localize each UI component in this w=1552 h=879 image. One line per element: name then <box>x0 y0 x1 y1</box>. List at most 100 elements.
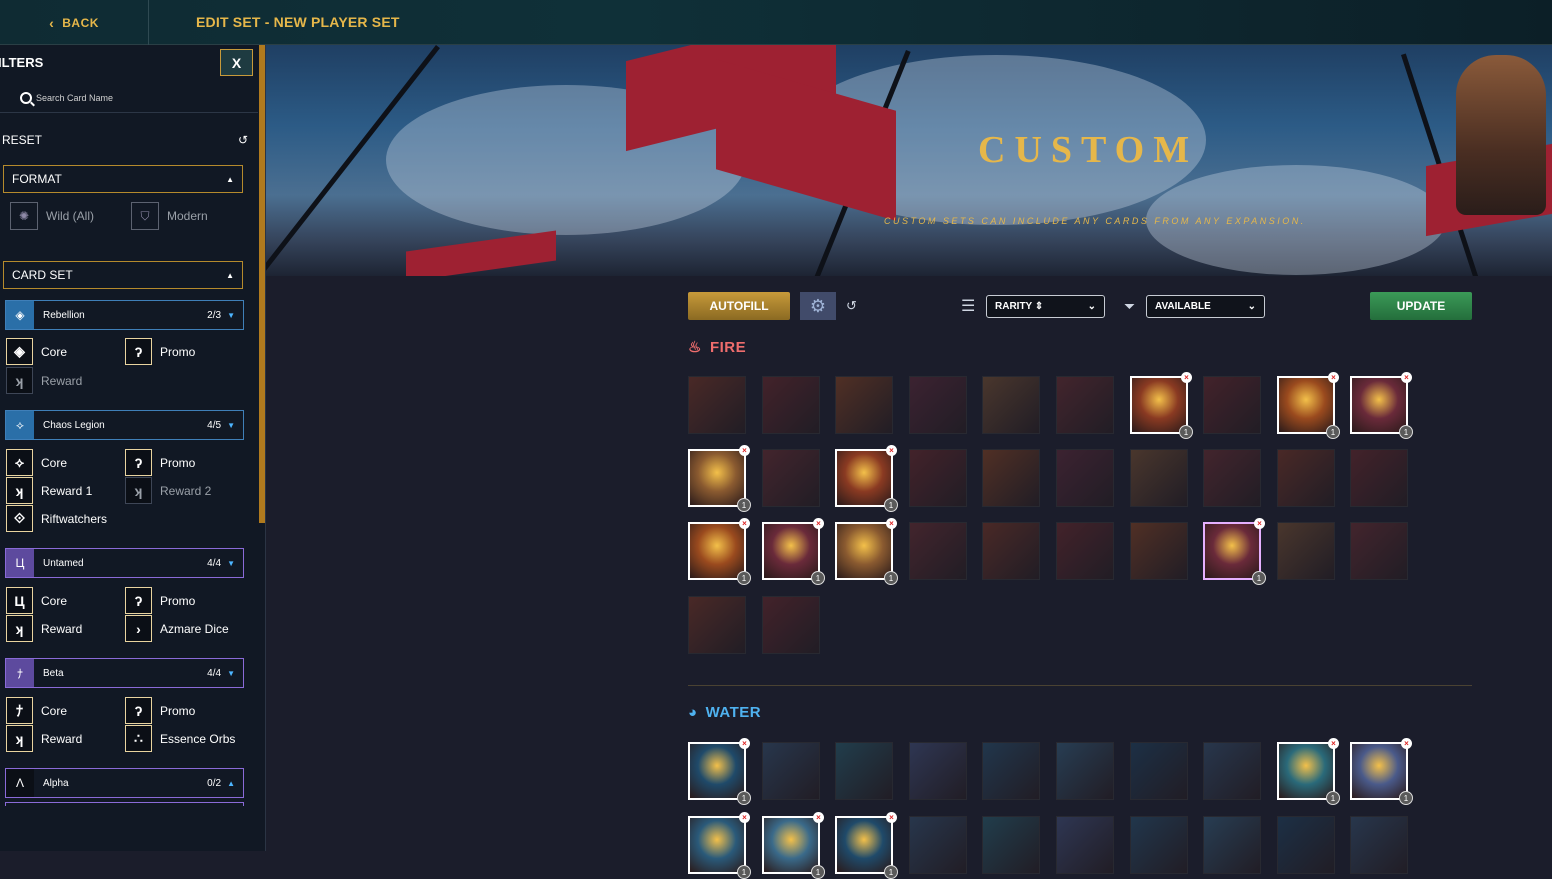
card-tile[interactable]: × 1 <box>762 518 825 585</box>
card-tile[interactable] <box>835 742 893 800</box>
card-tile[interactable] <box>1277 522 1335 580</box>
card-tile[interactable]: × 1 <box>688 812 751 879</box>
option-azmare-dice[interactable]: › Azmare Dice <box>125 615 229 642</box>
rarity-select[interactable]: RARITY ⇕ ⌄ <box>986 295 1105 318</box>
option-promo[interactable]: ʔ Promo <box>125 697 195 724</box>
card-tile[interactable] <box>762 742 820 800</box>
set-row-chaos-legion[interactable]: ⟡ Chaos Legion 4/5 ▼ <box>5 410 244 440</box>
remove-card-icon[interactable]: × <box>886 445 897 456</box>
card-tile[interactable] <box>1056 376 1114 434</box>
remove-card-icon[interactable]: × <box>739 518 750 529</box>
autofill-button[interactable]: AUTOFILL <box>688 292 790 320</box>
card-tile[interactable] <box>762 376 820 434</box>
option-promo[interactable]: ʔ Promo <box>125 587 195 614</box>
back-button[interactable]: ‹ BACK <box>0 0 149 45</box>
format-section-header[interactable]: FORMAT ▲ <box>3 165 243 193</box>
card-tile[interactable] <box>1350 816 1408 874</box>
option-essence-orbs[interactable]: ∴ Essence Orbs <box>125 725 235 752</box>
remove-card-icon[interactable]: × <box>739 445 750 456</box>
card-tile[interactable]: × 1 <box>762 812 825 879</box>
availability-select[interactable]: AVAILABLE ⌄ <box>1146 295 1265 318</box>
card-tile[interactable] <box>1277 816 1335 874</box>
card-tile[interactable] <box>1277 449 1335 507</box>
set-row-rebellion[interactable]: ◈ Rebellion 2/3 ▼ <box>5 300 244 330</box>
gear-icon[interactable]: ⚙ <box>800 292 836 320</box>
option-core[interactable]: ﾅ Core <box>6 697 67 724</box>
card-tile[interactable]: × 1 <box>1350 372 1413 439</box>
card-tile[interactable] <box>1203 449 1261 507</box>
card-tile[interactable] <box>1056 522 1114 580</box>
remove-card-icon[interactable]: × <box>739 738 750 749</box>
option-core[interactable]: ⟡ Core <box>6 449 67 476</box>
reset-button[interactable]: RESET ↺ <box>2 133 248 147</box>
card-tile[interactable] <box>909 449 967 507</box>
search-input[interactable]: Search Card Name <box>0 83 258 113</box>
format-wild-option[interactable]: ✺ Wild (All) <box>10 202 94 230</box>
option-reward[interactable]: ʞ Reward <box>6 367 82 394</box>
card-tile[interactable] <box>1203 742 1261 800</box>
card-set-section-header[interactable]: CARD SET ▲ <box>3 261 243 289</box>
option-promo[interactable]: ʔ Promo <box>125 338 195 365</box>
card-tile[interactable] <box>1130 742 1188 800</box>
refresh-icon[interactable]: ↺ <box>846 292 860 320</box>
card-tile[interactable] <box>982 376 1040 434</box>
card-tile[interactable] <box>982 742 1040 800</box>
remove-card-icon[interactable]: × <box>1401 372 1412 383</box>
option-reward-2[interactable]: ʞ Reward 2 <box>125 477 211 504</box>
set-row-alpha[interactable]: Λ Alpha 0/2 ▲ <box>5 768 244 798</box>
card-tile[interactable] <box>1130 522 1188 580</box>
option-reward-1[interactable]: ʞ Reward 1 <box>6 477 92 504</box>
card-tile[interactable] <box>909 742 967 800</box>
card-tile[interactable] <box>982 522 1040 580</box>
card-tile[interactable] <box>1203 816 1261 874</box>
card-tile[interactable]: × 1 <box>1203 518 1266 585</box>
card-tile[interactable] <box>909 816 967 874</box>
card-tile[interactable]: × 1 <box>1350 738 1413 805</box>
remove-card-icon[interactable]: × <box>1401 738 1412 749</box>
card-tile[interactable]: × 1 <box>835 518 898 585</box>
remove-card-icon[interactable]: × <box>1328 372 1339 383</box>
close-filters-button[interactable]: X <box>220 49 253 76</box>
card-tile[interactable] <box>982 449 1040 507</box>
format-modern-option[interactable]: ⛉ Modern <box>131 202 208 230</box>
option-reward[interactable]: ʞ Reward <box>6 725 82 752</box>
remove-card-icon[interactable]: × <box>813 812 824 823</box>
set-row-untamed[interactable]: Ц Untamed 4/4 ▼ <box>5 548 244 578</box>
card-tile[interactable] <box>688 596 746 654</box>
card-tile[interactable] <box>909 376 967 434</box>
card-tile[interactable] <box>762 596 820 654</box>
remove-card-icon[interactable]: × <box>1181 372 1192 383</box>
remove-card-icon[interactable]: × <box>739 812 750 823</box>
card-tile[interactable] <box>835 376 893 434</box>
card-tile[interactable]: × 1 <box>1130 372 1193 439</box>
set-row-beta[interactable]: ﾅ Beta 4/4 ▼ <box>5 658 244 688</box>
remove-card-icon[interactable]: × <box>886 812 897 823</box>
remove-card-icon[interactable]: × <box>1254 518 1265 529</box>
option-riftwatchers[interactable]: ⟐ Riftwatchers <box>6 505 107 532</box>
card-tile[interactable] <box>1130 816 1188 874</box>
card-tile[interactable]: × 1 <box>688 445 751 512</box>
option-reward[interactable]: ʞ Reward <box>6 615 82 642</box>
card-tile[interactable] <box>1350 522 1408 580</box>
card-tile[interactable] <box>1056 816 1114 874</box>
card-tile[interactable] <box>1350 449 1408 507</box>
remove-card-icon[interactable]: × <box>813 518 824 529</box>
remove-card-icon[interactable]: × <box>1328 738 1339 749</box>
card-tile[interactable]: × 1 <box>688 738 751 805</box>
option-core[interactable]: ◈ Core <box>6 338 67 365</box>
remove-card-icon[interactable]: × <box>886 518 897 529</box>
card-tile[interactable] <box>762 449 820 507</box>
card-tile[interactable] <box>982 816 1040 874</box>
sidebar-scrollbar[interactable] <box>259 45 265 523</box>
card-tile[interactable] <box>1056 742 1114 800</box>
option-promo[interactable]: ʔ Promo <box>125 449 195 476</box>
card-tile[interactable] <box>1130 449 1188 507</box>
card-tile[interactable]: × 1 <box>1277 738 1340 805</box>
card-tile[interactable] <box>1203 376 1261 434</box>
update-button[interactable]: UPDATE <box>1370 292 1472 320</box>
card-tile[interactable]: × 1 <box>688 518 751 585</box>
card-tile[interactable]: × 1 <box>835 445 898 512</box>
option-core[interactable]: Ц Core <box>6 587 67 614</box>
card-tile[interactable] <box>688 376 746 434</box>
card-tile[interactable]: × 1 <box>835 812 898 879</box>
